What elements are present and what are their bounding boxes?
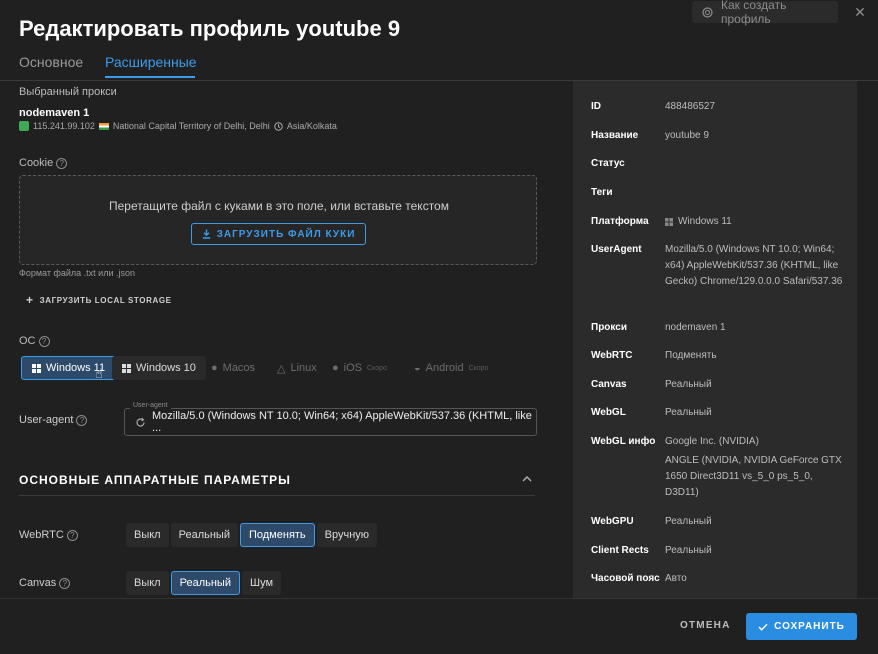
hardware-section-title: ОСНОВНЫЕ АППАРАТНЫЕ ПАРАМЕТРЫ <box>19 473 291 487</box>
summary-value-useragent: Mozilla/5.0 (Windows NT 10.0; Win64; x64… <box>665 244 843 287</box>
canvas-noise-button[interactable]: Шум <box>241 571 282 595</box>
os-label: ОС? <box>19 335 50 347</box>
user-agent-label: User-agent? <box>19 414 88 426</box>
user-agent-value: Mozilla/5.0 (Windows NT 10.0; Win64; x64… <box>152 410 532 434</box>
summary-value-canvas: Реальный <box>665 379 712 390</box>
summary-value-webrtc: Подменять <box>665 350 717 361</box>
webrtc-options: Выкл Реальный Подменять Вручную <box>126 523 378 547</box>
page-title: Редактировать профиль youtube 9 <box>19 16 401 41</box>
summary-value-timezone: Авто <box>665 573 687 584</box>
question-icon[interactable]: ? <box>59 577 71 589</box>
check-icon <box>19 121 29 131</box>
user-agent-legend: User-agent <box>130 402 171 409</box>
question-icon[interactable]: ? <box>66 529 78 541</box>
proxy-section-label: Выбранный прокси <box>19 86 117 98</box>
chevron-up-icon[interactable] <box>520 472 534 486</box>
summary-key-id: ID <box>591 101 601 112</box>
summary-key-webgpu: WebGPU <box>591 516 634 527</box>
os-windows-10[interactable]: Windows 10 <box>112 356 206 380</box>
canvas-real-button[interactable]: Реальный <box>170 571 240 595</box>
plus-icon: + <box>26 293 34 307</box>
os-linux[interactable]: △ Linux <box>267 356 327 380</box>
tab-indicator <box>105 76 195 78</box>
summary-value-id: 488486527 <box>665 101 716 112</box>
proxy-location: National Capital Territory of Delhi, Del… <box>112 121 270 131</box>
webrtc-label: WebRTC? <box>19 529 78 541</box>
windows-icon <box>32 363 41 373</box>
proxy-name: nodemaven 1 <box>19 107 90 119</box>
flag-icon <box>98 122 109 130</box>
close-icon[interactable]: ✕ <box>851 2 869 22</box>
tab-advanced[interactable]: Расширенные <box>105 54 197 70</box>
apple-icon: ● <box>211 362 218 374</box>
linux-icon: △ <box>277 362 286 375</box>
canvas-label: Canvas? <box>19 577 71 589</box>
webrtc-spoof-button[interactable]: Подменять <box>239 523 315 547</box>
cookie-format-hint: Формат файла .txt или .json <box>19 268 135 278</box>
summary-value-webgl: Реальный <box>665 407 712 418</box>
download-icon <box>202 229 211 239</box>
summary-key-canvas: Canvas <box>591 379 627 390</box>
summary-value-name: youtube 9 <box>665 130 709 141</box>
summary-key-webgl-info: WebGL инфо <box>591 436 656 447</box>
user-agent-field[interactable]: Mozilla/5.0 (Windows NT 10.0; Win64; x64… <box>124 408 537 436</box>
summary-key-webgl: WebGL <box>591 407 626 418</box>
windows-icon <box>665 218 673 226</box>
help-icon <box>702 6 713 18</box>
summary-key-status: Статус <box>591 158 625 169</box>
summary-value-platform: Windows 11 <box>665 214 845 230</box>
soon-badge: Скоро <box>367 364 387 372</box>
hand-cursor-icon: ☝ <box>95 366 103 381</box>
question-icon[interactable]: ? <box>56 157 68 169</box>
android-icon: ◒ <box>414 362 421 374</box>
summary-key-useragent: UserAgent <box>591 244 642 255</box>
proxy-timezone: Asia/Kolkata <box>286 121 337 131</box>
apple-icon: ● <box>332 362 339 374</box>
summary-value-proxy: nodemaven 1 <box>665 322 726 333</box>
question-icon[interactable]: ? <box>76 414 88 426</box>
help-link[interactable]: Как создать профиль <box>692 0 838 26</box>
os-macos[interactable]: ● Macos <box>201 356 265 380</box>
summary-value-client-rects: Реальный <box>665 545 712 556</box>
summary-value-webgl-info: Google Inc. (NVIDIA) <box>665 436 759 447</box>
summary-key-webrtc: WebRTC <box>591 350 633 361</box>
clock-icon <box>274 121 283 131</box>
summary-key-platform: Платформа <box>591 216 649 227</box>
os-ios: ● iOS Скоро <box>332 362 387 374</box>
summary-value-webgl-renderer: ANGLE (NVIDIA, NVIDIA GeForce GTX 1650 D… <box>665 455 842 498</box>
check-icon <box>758 623 768 631</box>
cookie-dropzone[interactable]: Перетащите файл с куками в это поле, или… <box>19 175 537 265</box>
proxy-ip: 115.241.99.102 <box>33 121 95 131</box>
soon-badge: Скоро <box>468 364 489 372</box>
cookie-label: Cookie? <box>19 157 68 169</box>
summary-key-proxy: Прокси <box>591 322 627 333</box>
summary-key-timezone: Часовой пояс <box>591 573 660 584</box>
upload-local-storage-button[interactable]: + ЗАГРУЗИТЬ LOCAL STORAGE <box>26 293 172 307</box>
webrtc-real-button[interactable]: Реальный <box>170 523 238 547</box>
windows-icon <box>122 363 131 373</box>
dropzone-text: Перетащите файл с куками в это поле, или… <box>109 199 449 213</box>
proxy-meta: 115.241.99.102 National Capital Territor… <box>19 121 337 131</box>
webrtc-off-button[interactable]: Выкл <box>126 523 169 547</box>
cancel-button[interactable]: ОТМЕНА <box>680 620 731 631</box>
save-button[interactable]: СОХРАНИТЬ <box>746 613 857 640</box>
question-icon[interactable]: ? <box>38 335 50 347</box>
section-divider <box>19 495 535 496</box>
summary-key-name: Название <box>591 130 639 141</box>
summary-value-webgpu: Реальный <box>665 516 712 527</box>
upload-cookie-button[interactable]: ЗАГРУЗИТЬ ФАЙЛ КУКИ <box>191 223 366 245</box>
summary-key-tags: Теги <box>591 187 613 198</box>
webrtc-manual-button[interactable]: Вручную <box>316 523 378 547</box>
summary-key-client-rects: Client Rects <box>591 545 649 556</box>
help-link-label: Как создать профиль <box>721 0 787 26</box>
os-android: ◒ Android Скоро <box>414 362 489 374</box>
canvas-options: Выкл Реальный Шум <box>126 571 282 595</box>
canvas-off-button[interactable]: Выкл <box>126 571 169 595</box>
refresh-icon[interactable] <box>135 417 146 428</box>
tab-basic[interactable]: Основное <box>19 54 83 70</box>
